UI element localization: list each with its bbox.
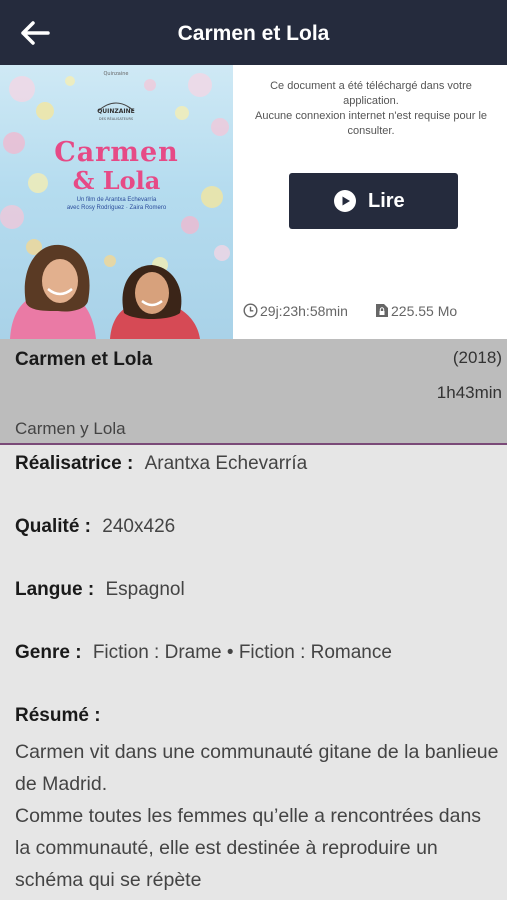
- movie-title: Carmen et Lola: [15, 349, 153, 370]
- language-label: Langue :: [15, 579, 95, 600]
- movie-original-title: Carmen y Lola: [15, 419, 126, 438]
- file-lock-icon: [376, 304, 388, 317]
- header-title: Carmen et Lola: [177, 22, 330, 45]
- duration-left-text: 29j:23h:58min: [260, 303, 348, 319]
- director-value: Arantxa Echevarría: [144, 453, 308, 474]
- director-label: Réalisatrice :: [15, 453, 134, 474]
- file-size: 225.55 Mo: [375, 302, 457, 320]
- movie-year: (2018): [452, 348, 502, 367]
- play-circle-icon: [334, 190, 356, 212]
- file-size-text: 225.55 Mo: [391, 303, 458, 319]
- svg-text:DES RÉALISATEURS: DES RÉALISATEURS: [99, 116, 134, 121]
- download-info: Ce document a été téléchargé dans votre …: [245, 79, 497, 139]
- movie-poster[interactable]: Quinzaine QUINZAINE DES RÉALISATEURS Car…: [0, 65, 233, 339]
- poster-title-line2: & Lola: [72, 166, 161, 195]
- summary-label: Résumé :: [15, 705, 101, 726]
- genre-value: Fiction : Drame • Fiction : Romance: [92, 642, 392, 663]
- quality-row: Qualité : 240x426: [15, 516, 175, 538]
- genre-row: Genre : Fiction : Drame • Fiction : Roma…: [15, 642, 392, 664]
- svg-text:QUINZAINE: QUINZAINE: [97, 108, 135, 115]
- director-row: Réalisatrice : Arantxa Echevarría: [15, 453, 307, 475]
- read-button-label: Lire: [368, 190, 405, 212]
- genre-label: Genre :: [15, 642, 82, 663]
- quality-value: 240x426: [102, 516, 176, 537]
- app-header: Carmen et Lola: [0, 0, 507, 65]
- svg-text:Quinzaine: Quinzaine: [104, 71, 129, 77]
- download-info-line1: Ce document a été téléchargé dans votre …: [270, 80, 472, 107]
- movie-duration: 1h43min: [436, 383, 502, 402]
- poster-title-line1: Carmen: [54, 137, 179, 168]
- media-panel: Quinzaine QUINZAINE DES RÉALISATEURS Car…: [0, 65, 507, 339]
- quality-label: Qualité :: [15, 516, 92, 537]
- availability-duration: 29j:23h:58min: [243, 302, 348, 320]
- language-row: Langue : Espagnol: [15, 579, 185, 601]
- poster-credit-director: Un film de Arantxa Echevarría: [76, 197, 157, 203]
- clock-icon: [243, 303, 258, 318]
- poster-credit-cast: avec Rosy Rodríguez · Zaira Romero: [66, 205, 167, 211]
- read-button[interactable]: Lire: [289, 173, 458, 229]
- language-value: Espagnol: [105, 579, 185, 600]
- download-info-line2: Aucune connexion internet n'est requise …: [254, 110, 488, 137]
- summary-text: Carmen vit dans une communauté gitane de…: [15, 741, 499, 891]
- movie-title-band: Carmen et Lola (2018) 1h43min Carmen y L…: [0, 339, 507, 445]
